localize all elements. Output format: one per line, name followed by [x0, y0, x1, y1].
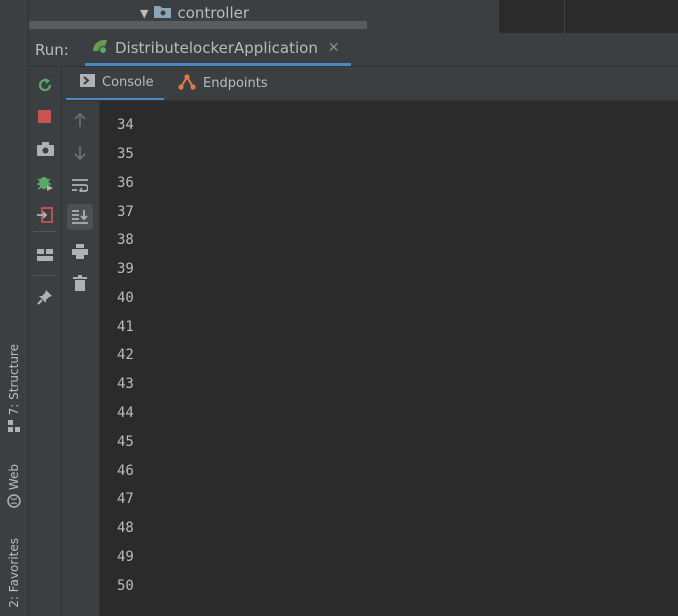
- stop-icon[interactable]: [33, 105, 57, 129]
- web-label: Web: [7, 464, 21, 491]
- layout-icon[interactable]: [33, 243, 57, 267]
- console-icon: [80, 74, 95, 91]
- tab-console[interactable]: Console: [66, 67, 164, 100]
- left-tool-stripe: 7: Structure Web 2: Favorites: [0, 0, 29, 616]
- exit-icon[interactable]: [33, 203, 57, 227]
- console-line: 46: [117, 463, 134, 479]
- console-line: 42: [117, 347, 134, 363]
- favorites-label: 2: Favorites: [7, 538, 21, 608]
- editor-area-top: [500, 0, 678, 33]
- console-line: 36: [117, 175, 134, 191]
- rerun-icon[interactable]: [33, 73, 57, 97]
- console-output[interactable]: 33 34 35 36 37 38 39 40 41 42 43 44 45 4…: [100, 101, 678, 616]
- print-icon[interactable]: [67, 238, 93, 264]
- console-line: 40: [117, 290, 134, 306]
- toolbar-separator: [33, 275, 57, 276]
- trash-icon[interactable]: [67, 270, 93, 296]
- console-line: 43: [117, 376, 134, 392]
- horizontal-scrollbar[interactable]: [29, 21, 367, 29]
- pin-icon[interactable]: [33, 285, 57, 309]
- tab-console-label: Console: [102, 75, 154, 90]
- console-line: 35: [117, 146, 134, 162]
- close-icon[interactable]: ✕: [328, 40, 340, 56]
- console-line: 37: [117, 204, 134, 220]
- scroll-to-end-icon[interactable]: [67, 204, 93, 230]
- favorites-tool-tab[interactable]: 2: Favorites: [2, 538, 26, 608]
- structure-tool-tab[interactable]: 7: Structure: [2, 344, 26, 433]
- console-line: 41: [117, 319, 134, 335]
- console-subtabs: Console Endpoints: [62, 67, 678, 101]
- up-arrow-icon[interactable]: [67, 107, 93, 133]
- soft-wrap-icon[interactable]: [67, 172, 93, 198]
- console-line: 44: [117, 405, 134, 421]
- globe-icon: [7, 494, 21, 508]
- spring-boot-icon: [91, 38, 109, 58]
- camera-icon[interactable]: [33, 137, 57, 161]
- structure-label: 7: Structure: [7, 344, 21, 416]
- run-config-tab[interactable]: DistributelockerApplication ✕: [85, 33, 351, 66]
- tree-label: controller: [177, 4, 250, 22]
- console-line: 38: [117, 232, 134, 248]
- debug-icon[interactable]: [33, 171, 57, 195]
- down-arrow-icon[interactable]: [67, 140, 93, 166]
- console-line: 48: [117, 520, 134, 536]
- endpoints-icon: [178, 73, 196, 94]
- tab-endpoints[interactable]: Endpoints: [176, 67, 268, 100]
- run-config-tab-label: DistributelockerApplication: [115, 39, 318, 57]
- console-line: 45: [117, 434, 134, 450]
- package-folder-icon: [154, 4, 172, 22]
- console-line: 50: [117, 578, 134, 594]
- web-tool-tab[interactable]: Web: [2, 464, 26, 508]
- tab-endpoints-label: Endpoints: [203, 76, 268, 91]
- console-toolbar: [62, 101, 100, 616]
- console-line: 39: [117, 261, 134, 277]
- console-line: 33: [117, 101, 134, 104]
- expand-arrow-icon[interactable]: ▼: [140, 7, 148, 20]
- run-toolbar: [29, 67, 62, 616]
- toolbar-separator: [33, 231, 57, 232]
- run-header: Run: DistributelockerApplication ✕: [29, 33, 678, 67]
- console-line: 34: [117, 117, 134, 133]
- divider: [564, 0, 565, 33]
- structure-icon: [7, 419, 21, 433]
- run-label: Run:: [35, 41, 69, 59]
- console-line: 49: [117, 549, 134, 565]
- console-line: 47: [117, 491, 134, 507]
